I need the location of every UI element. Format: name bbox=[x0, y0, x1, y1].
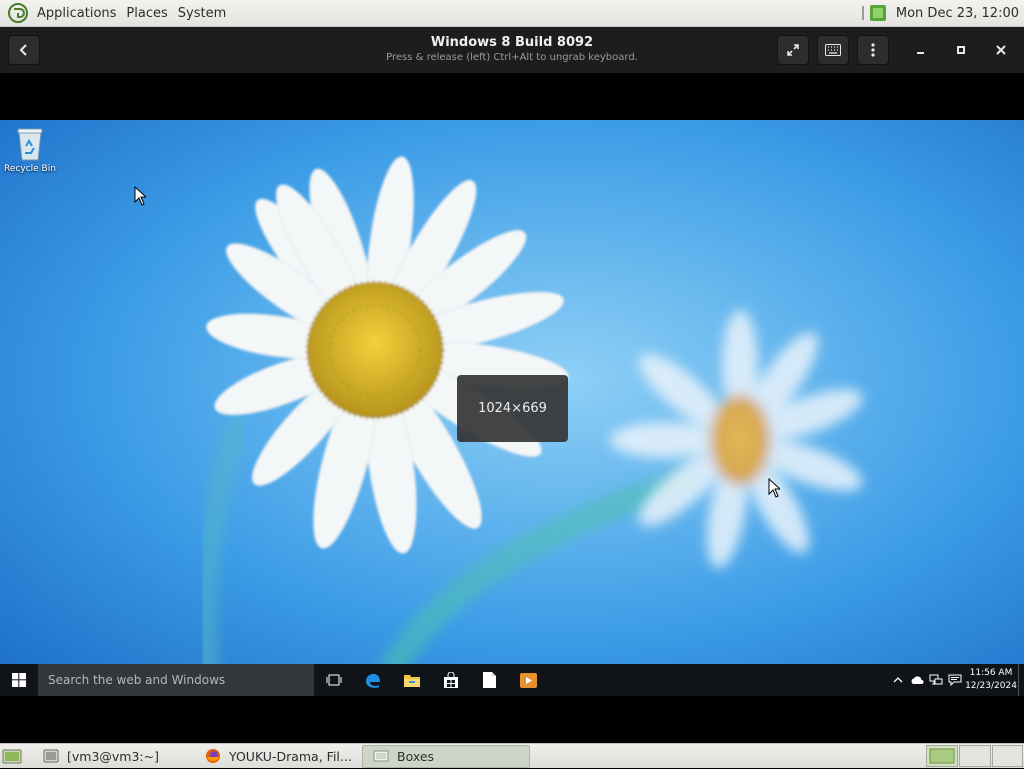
secondary-pointer-icon bbox=[768, 478, 780, 498]
edge-icon bbox=[365, 673, 380, 688]
mouse-pointer-icon bbox=[134, 186, 146, 206]
windows-logo-icon bbox=[12, 673, 26, 687]
maximize-button[interactable] bbox=[946, 35, 976, 65]
top-panel: Applications Places System Mon Dec 23, 1… bbox=[0, 0, 1024, 27]
media-player-icon bbox=[520, 672, 537, 688]
taskbar-item-firefox[interactable]: YOUKU-Drama, Fil... bbox=[195, 745, 360, 768]
taskbar-item-boxes[interactable]: Boxes bbox=[362, 744, 530, 768]
more-vertical-icon bbox=[871, 43, 875, 57]
menu-button[interactable] bbox=[857, 35, 889, 65]
chevron-up-icon bbox=[893, 677, 902, 683]
start-button[interactable] bbox=[0, 664, 38, 696]
notepad-icon bbox=[483, 672, 496, 688]
recycle-bin-icon bbox=[17, 128, 43, 161]
close-icon bbox=[996, 45, 1006, 55]
system-menu[interactable]: System bbox=[173, 6, 231, 21]
task-label-firefox: YOUKU-Drama, Fil... bbox=[229, 748, 352, 764]
taskbar-item-terminal[interactable]: [vm3@vm3:~] bbox=[33, 745, 193, 768]
task-view-icon bbox=[326, 674, 341, 686]
edge-taskbar-button[interactable] bbox=[353, 664, 392, 696]
fullscreen-button[interactable] bbox=[777, 35, 809, 65]
workspace-1[interactable] bbox=[926, 745, 958, 767]
message-icon bbox=[948, 674, 961, 686]
minimize-button[interactable] bbox=[906, 35, 936, 65]
minimize-icon bbox=[917, 52, 924, 54]
taskbar-time: 11:56 AM bbox=[969, 668, 1013, 678]
store-taskbar-button[interactable] bbox=[431, 664, 470, 696]
applications-menu[interactable]: Applications bbox=[32, 6, 121, 21]
onedrive-tray-button[interactable] bbox=[907, 664, 926, 696]
show-desktop-icon[interactable] bbox=[1, 745, 23, 767]
recycle-bin-label: Recycle Bin bbox=[4, 164, 56, 174]
workspace-2[interactable] bbox=[959, 745, 991, 767]
places-menu[interactable]: Places bbox=[121, 6, 172, 21]
bottom-panel: [vm3@vm3:~] YOUKU-Drama, Fil... Boxes bbox=[0, 743, 1024, 768]
windows-taskbar: Search the web and Windows 11:56 AM 12/2… bbox=[0, 664, 1024, 696]
store-icon bbox=[443, 671, 458, 688]
file-explorer-taskbar-button[interactable] bbox=[392, 664, 431, 696]
file-explorer-icon bbox=[403, 674, 420, 687]
close-button[interactable] bbox=[986, 35, 1016, 65]
notepad-taskbar-button[interactable] bbox=[470, 664, 509, 696]
boxes-icon bbox=[373, 750, 389, 762]
maximize-icon bbox=[957, 46, 965, 54]
recycle-bin-desktop-icon[interactable]: Recycle Bin bbox=[3, 126, 57, 174]
keyboard-button[interactable] bbox=[817, 35, 849, 65]
task-view-button[interactable] bbox=[314, 664, 353, 696]
tray-overflow-button[interactable] bbox=[888, 664, 907, 696]
panel-clock[interactable]: Mon Dec 23, 12:00 bbox=[896, 6, 1019, 21]
taskbar-clock[interactable]: 11:56 AM 12/23/2024 bbox=[964, 667, 1018, 693]
onedrive-cloud-icon bbox=[911, 675, 923, 684]
boxes-headerbar: Windows 8 Build 8092 Press & release (le… bbox=[0, 27, 1024, 73]
workspace-window-icon bbox=[929, 748, 955, 764]
network-icon bbox=[929, 674, 942, 685]
fullscreen-icon bbox=[787, 44, 799, 56]
network-tray-button[interactable] bbox=[926, 664, 945, 696]
firefox-icon bbox=[206, 749, 220, 763]
resolution-overlay: 1024×669 bbox=[457, 375, 568, 442]
show-desktop-button[interactable] bbox=[1018, 664, 1024, 696]
action-center-tray-button[interactable] bbox=[945, 664, 964, 696]
terminal-icon bbox=[43, 749, 59, 763]
task-label-terminal: [vm3@vm3:~] bbox=[67, 748, 159, 764]
vm-display[interactable]: Recycle Bin 1024×669 Search the web and … bbox=[0, 120, 1024, 696]
media-player-taskbar-button[interactable] bbox=[509, 664, 548, 696]
taskbar-date: 12/23/2024 bbox=[965, 681, 1017, 691]
notification-icon[interactable] bbox=[861, 3, 888, 23]
workspace-3[interactable] bbox=[992, 745, 1023, 767]
task-label-boxes: Boxes bbox=[397, 748, 435, 764]
mate-logo-icon[interactable] bbox=[8, 3, 28, 23]
taskbar-search-box[interactable]: Search the web and Windows bbox=[38, 664, 314, 696]
keyboard-icon bbox=[825, 44, 841, 56]
